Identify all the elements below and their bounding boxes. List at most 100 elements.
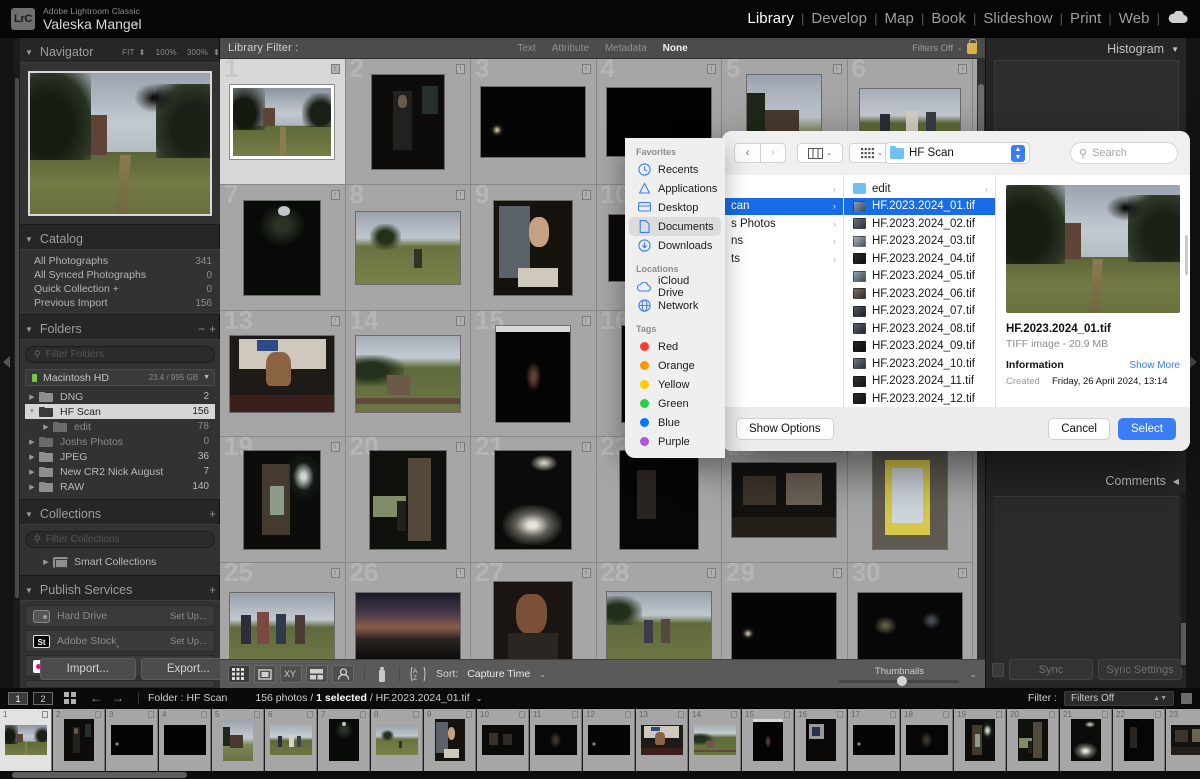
filmstrip-thumbnail[interactable] (588, 725, 630, 755)
filmstrip-cell[interactable]: 22 (1113, 709, 1165, 771)
smart-collections-row[interactable]: ▶ Smart Collections (25, 554, 215, 570)
chevron-down-icon[interactable]: ⌄ (539, 670, 546, 679)
filter-tab-metadata[interactable]: Metadata (605, 43, 647, 54)
zoom-fit-button[interactable]: FIT (122, 48, 135, 57)
filter-collections-input[interactable]: ⚲ Filter Collections (25, 531, 215, 548)
page-2-button[interactable]: 2 (33, 692, 53, 705)
publish-services-panel-header[interactable]: ▼ Publish Services + (20, 580, 220, 600)
filmstrip-flag-badge[interactable] (943, 711, 949, 718)
filmstrip-flag-badge[interactable] (413, 711, 419, 718)
filmstrip-thumbnail[interactable] (753, 719, 783, 761)
sidebar-tag-orange[interactable]: Orange (629, 356, 721, 375)
filmstrip-thumbnail[interactable] (5, 725, 47, 755)
filters-off-control[interactable]: Filters Off ⌄ (912, 43, 977, 54)
publish-service-setup-link[interactable]: Set Up... (170, 636, 207, 647)
sidebar-item-downloads[interactable]: Downloads (629, 236, 721, 255)
photo-thumbnail[interactable] (494, 201, 572, 295)
filmstrip-thumbnail[interactable] (1124, 719, 1154, 761)
photo-thumbnail[interactable] (481, 87, 585, 157)
photo-thumbnail[interactable] (230, 85, 334, 159)
sort-direction-icon[interactable]: AZ (410, 666, 428, 682)
disclosure-triangle-icon[interactable]: ▼ (25, 325, 33, 334)
chevron-down-icon[interactable]: ⌄ (877, 149, 883, 157)
folder-row-jpeg[interactable]: ▶JPEG36 (25, 449, 215, 464)
spray-can-icon[interactable] (375, 666, 389, 683)
filmstrip-thumbnail[interactable] (64, 719, 94, 761)
dialog-file-row[interactable]: HF.2023.2024_03.tif (844, 233, 995, 251)
lock-icon[interactable] (967, 43, 977, 54)
filmstrip-thumbnail[interactable] (223, 719, 253, 761)
sidebar-item-network[interactable]: Network (629, 296, 721, 315)
search-input[interactable]: ⚲ Search (1070, 142, 1178, 164)
dialog-file-row[interactable]: HF.2023.2024_12.tif (844, 390, 995, 407)
chevron-left-icon[interactable] (3, 356, 10, 368)
filmstrip-flag-badge[interactable] (1049, 711, 1055, 718)
photo-thumbnail[interactable] (372, 75, 444, 169)
photo-flag-badge[interactable]: ! (582, 316, 591, 326)
filmstrip-cell[interactable]: 19 (954, 709, 1006, 771)
thumbnail-size-knob[interactable] (897, 676, 907, 686)
add-collection-button[interactable]: + (209, 507, 216, 521)
library-filter-bar[interactable]: Library Filter : TextAttributeMetadataNo… (220, 38, 985, 59)
catalog-row[interactable]: Quick Collection +0 (20, 282, 220, 296)
photo-flag-badge[interactable]: ! (833, 568, 842, 578)
filmstrip-flag-badge[interactable] (678, 711, 684, 718)
disclosure-triangle-icon[interactable]: ▼ (25, 586, 33, 595)
dialog-file-row[interactable]: HF.2023.2024_01.tif (844, 198, 995, 216)
filmstrip-thumbnail[interactable] (376, 725, 418, 755)
sync-button[interactable]: Sync (1009, 659, 1093, 680)
sidebar-item-documents[interactable]: Documents (629, 217, 721, 236)
filmstrip-thumbnail[interactable] (853, 725, 895, 755)
module-print[interactable]: Print (1063, 10, 1108, 27)
sidebar-item-icloud-drive[interactable]: iCloud Drive (629, 277, 721, 296)
sidebar-item-applications[interactable]: Applications (629, 179, 721, 198)
stepper-icon[interactable]: ▲▼ (1011, 145, 1025, 162)
stepper-icon[interactable]: ▲▼ (1153, 695, 1167, 702)
filmstrip-flag-badge[interactable] (95, 711, 101, 718)
filmstrip-flag-badge[interactable] (360, 711, 366, 718)
filmstrip-flag-badge[interactable] (731, 711, 737, 718)
filmstrip-cell[interactable]: 21 (1060, 709, 1112, 771)
status-indicator-icon[interactable] (1181, 693, 1192, 704)
filmstrip[interactable]: ▾ 1234567891011121314151617181920212223 (0, 709, 1200, 779)
grid-cell[interactable]: 9! (471, 185, 597, 311)
people-view-icon[interactable] (332, 665, 354, 683)
filmstrip-cell[interactable]: 12 (583, 709, 635, 771)
disclosure-triangle-icon[interactable]: ▶ (25, 393, 39, 401)
photo-thumbnail[interactable] (873, 451, 947, 549)
filmstrip-flag-badge[interactable] (1155, 711, 1161, 718)
dialog-file-row[interactable]: edit› (844, 180, 995, 198)
grid-cell[interactable]: 21! (471, 437, 597, 563)
disclosure-triangle-icon[interactable]: ▶ (39, 423, 53, 431)
dialog-file-row[interactable]: HF.2023.2024_09.tif (844, 338, 995, 356)
photo-thumbnail[interactable] (858, 593, 962, 659)
filmstrip-thumbnail[interactable] (435, 719, 465, 761)
filmstrip-cell[interactable]: 8 (371, 709, 423, 771)
sidebar-item-desktop[interactable]: Desktop (629, 198, 721, 217)
zoom-stepper2-icon[interactable]: ⬍ (213, 48, 220, 57)
filmstrip-cell[interactable]: 6 (265, 709, 317, 771)
photo-thumbnail[interactable] (496, 326, 570, 422)
grid-toggle-icon[interactable] (64, 692, 77, 705)
filmstrip-thumbnail[interactable] (482, 725, 524, 755)
photo-thumbnail[interactable] (356, 212, 460, 284)
photo-thumbnail[interactable] (607, 592, 711, 660)
module-library[interactable]: Library (740, 10, 801, 27)
dialog-col1-row-screens[interactable]: ns› (722, 233, 843, 251)
disclosure-triangle-icon[interactable]: ▼ (25, 510, 33, 519)
filmstrip-thumbnail[interactable] (270, 725, 312, 755)
photo-thumbnail[interactable] (356, 336, 460, 412)
dialog-column-files[interactable]: edit›HF.2023.2024_01.tifHF.2023.2024_02.… (844, 175, 996, 407)
disclosure-triangle-icon[interactable]: ▼ (203, 374, 210, 381)
folder-row-new-cr2-nick-august[interactable]: ▶New CR2 Nick August7 (25, 464, 215, 479)
grid-cell[interactable]: 7! (220, 185, 346, 311)
select-button[interactable]: Select (1118, 418, 1176, 440)
filter-tab-none[interactable]: None (663, 43, 688, 54)
folders-panel-header[interactable]: ▼ Folders − + (20, 319, 220, 339)
folder-row-dng[interactable]: ▶DNG2 (25, 389, 215, 404)
filmstrip-cell[interactable]: 4 (159, 709, 211, 771)
sidebar-tag-green[interactable]: Green (629, 394, 721, 413)
photo-flag-badge[interactable]: ! (456, 568, 465, 578)
photo-flag-badge[interactable]: ! (331, 190, 340, 200)
dialog-file-row[interactable]: HF.2023.2024_06.tif (844, 285, 995, 303)
